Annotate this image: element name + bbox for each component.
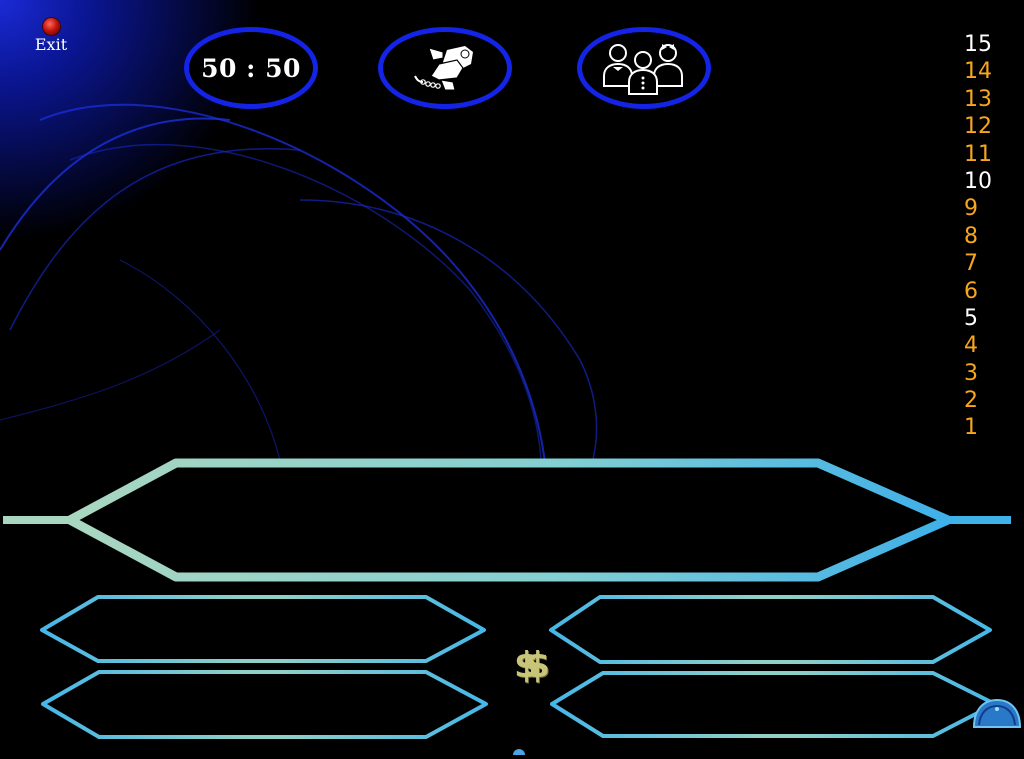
corner-dome-button[interactable] [972, 697, 1022, 729]
dollar-logo: $$ [513, 645, 550, 686]
answer-b[interactable] [590, 600, 970, 660]
bottom-marker [513, 749, 525, 755]
answer-c[interactable] [70, 676, 450, 736]
answer-a[interactable] [70, 600, 450, 660]
answer-d[interactable] [590, 676, 970, 736]
question-text [90, 470, 930, 570]
